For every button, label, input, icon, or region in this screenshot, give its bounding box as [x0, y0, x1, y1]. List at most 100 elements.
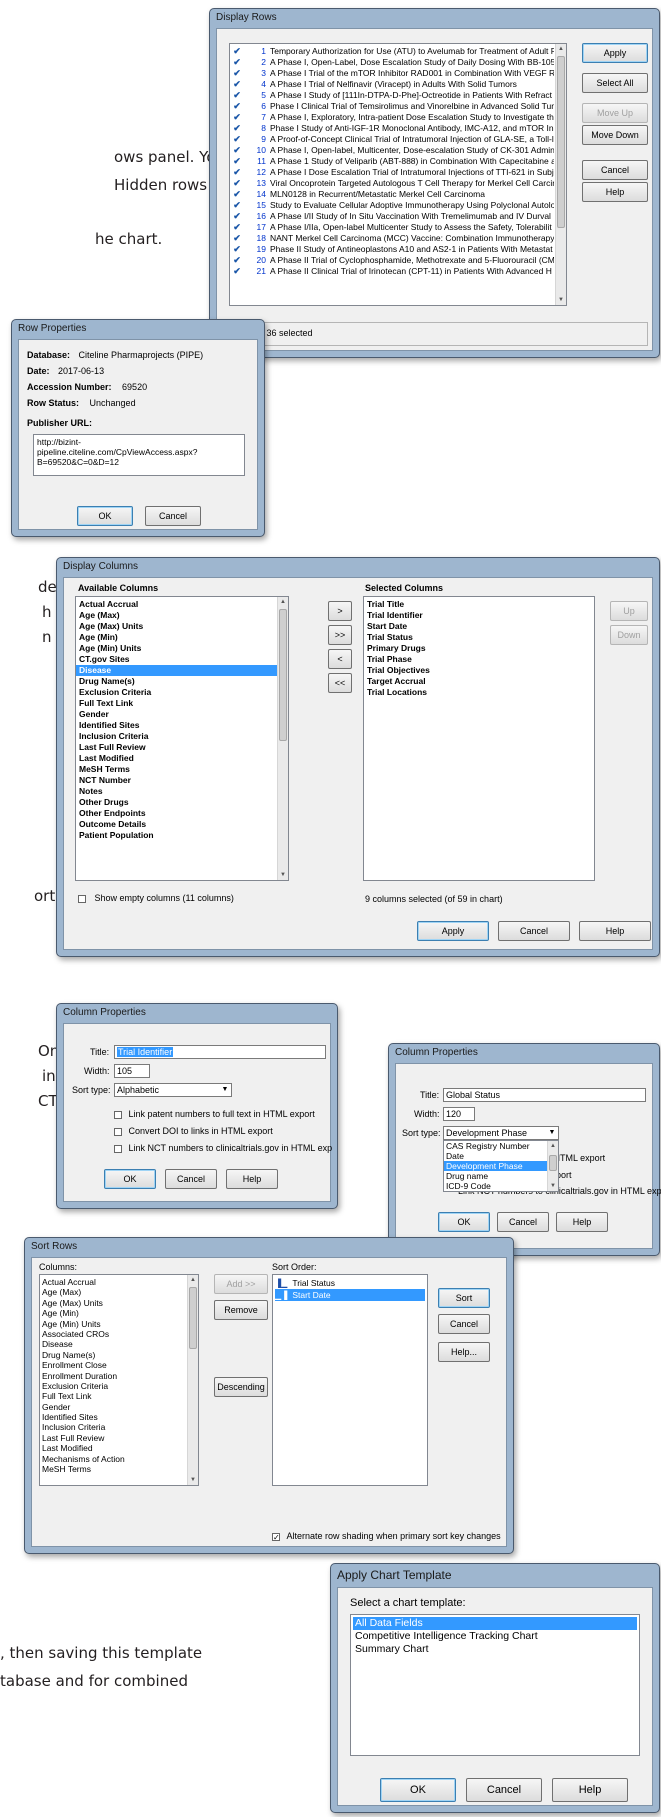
- list-item[interactable]: Start Date: [364, 621, 594, 632]
- scroll-thumb[interactable]: [557, 56, 565, 228]
- add-button[interactable]: Add >>: [214, 1274, 268, 1294]
- help-button[interactable]: Help: [552, 1778, 628, 1802]
- row-checkbox[interactable]: ✔: [232, 211, 242, 222]
- row-checkbox[interactable]: ✔: [232, 145, 242, 156]
- show-empty-checkbox[interactable]: [78, 894, 86, 903]
- list-item[interactable]: Gender: [42, 1402, 187, 1412]
- list-item[interactable]: Trial Status: [364, 632, 594, 643]
- row-checkbox[interactable]: ✔: [232, 79, 242, 90]
- list-item[interactable]: Actual Accrual: [42, 1277, 187, 1287]
- list-item[interactable]: ✔ 18 NANT Merkel Cell Carcinoma (MCC) Vacc…: [232, 233, 554, 244]
- list-item[interactable]: ✔ 19 Phase II Study of Antineoplastons A10…: [232, 244, 554, 255]
- list-item[interactable]: Enrollment Duration: [42, 1371, 187, 1381]
- row-checkbox[interactable]: ✔: [232, 233, 242, 244]
- sort-columns-list[interactable]: Actual Accrual Age (Max) Age (Max) Units Ag…: [39, 1274, 199, 1486]
- list-item[interactable]: ✔ 9 A Proof-of-Concept Clinical Trial of I…: [232, 134, 554, 145]
- row-checkbox[interactable]: ✔: [232, 200, 242, 211]
- remove-all-columns-button[interactable]: <<: [328, 673, 352, 693]
- ok-button[interactable]: OK: [438, 1212, 490, 1232]
- cancel-button[interactable]: Cancel: [145, 506, 201, 526]
- row-checkbox[interactable]: ✔: [232, 244, 242, 255]
- list-item[interactable]: Mechanisms of Action: [42, 1454, 187, 1464]
- list-item[interactable]: MeSH Terms: [42, 1464, 187, 1474]
- list-item[interactable]: Competitive Intelligence Tracking Chart: [353, 1630, 637, 1643]
- dropdown-option[interactable]: Development Phase: [444, 1161, 547, 1171]
- dropdown-option[interactable]: ICD-9 Code: [444, 1181, 547, 1191]
- publisher-url-field[interactable]: http://bizint- pipeline.citeline.com/CpV…: [33, 434, 245, 476]
- cancel-button[interactable]: Cancel: [466, 1778, 542, 1802]
- list-item[interactable]: ✔ 15 Study to Evaluate Cellular Adoptive I…: [232, 200, 554, 211]
- list-item[interactable]: All Data Fields: [353, 1617, 637, 1630]
- cancel-button[interactable]: Cancel: [165, 1169, 217, 1189]
- list-item[interactable]: CT.gov Sites: [76, 654, 277, 665]
- list-item[interactable]: Other Drugs: [76, 797, 277, 808]
- list-item[interactable]: ✔ 13 Viral Oncoprotein Targeted Autologous…: [232, 178, 554, 189]
- list-item[interactable]: Disease: [42, 1339, 187, 1349]
- cancel-button[interactable]: Cancel: [438, 1314, 490, 1334]
- cancel-button[interactable]: Cancel: [582, 160, 648, 180]
- list-item[interactable]: Age (Max) Units: [76, 621, 277, 632]
- sort-button[interactable]: Sort: [438, 1288, 490, 1308]
- scroll-down-arrow[interactable]: ▼: [278, 870, 288, 880]
- selected-columns-list[interactable]: Trial Title Trial Identifier Start Date Tri…: [363, 596, 595, 881]
- list-item[interactable]: Age (Min): [76, 632, 277, 643]
- list-item[interactable]: Identified Sites: [76, 720, 277, 731]
- list-item[interactable]: Primary Drugs: [364, 643, 594, 654]
- list-item[interactable]: ✔ 8 Phase I Study of Anti-IGF-1R Monoclona…: [232, 123, 554, 134]
- list-item[interactable]: Age (Max) Units: [42, 1298, 187, 1308]
- help-button[interactable]: Help: [582, 182, 648, 202]
- list-item[interactable]: Identified Sites: [42, 1412, 187, 1422]
- list-item[interactable]: ✔ 7 A Phase I, Exploratory, Intra-patient …: [232, 112, 554, 123]
- scroll-down-arrow[interactable]: ▼: [556, 295, 566, 305]
- move-down-button[interactable]: Move Down: [582, 125, 648, 145]
- descending-button[interactable]: Descending: [214, 1377, 268, 1397]
- row-checkbox[interactable]: ✔: [232, 266, 242, 277]
- list-item[interactable]: Enrollment Close: [42, 1360, 187, 1370]
- row-checkbox[interactable]: ✔: [232, 178, 242, 189]
- list-item[interactable]: Disease: [76, 665, 277, 676]
- row-checkbox[interactable]: ✔: [232, 101, 242, 112]
- list-item[interactable]: Trial Identifier: [364, 610, 594, 621]
- list-item[interactable]: Full Text Link: [42, 1391, 187, 1401]
- scroll-thumb[interactable]: [279, 609, 287, 741]
- dropdown-option[interactable]: CAS Registry Number: [444, 1141, 547, 1151]
- list-item[interactable]: ✔ 21 A Phase II Clinical Trial of Irinotec…: [232, 266, 554, 277]
- row-checkbox[interactable]: ✔: [232, 167, 242, 178]
- list-item[interactable]: Patient Population: [76, 830, 277, 841]
- list-item[interactable]: Age (Min) Units: [76, 643, 277, 654]
- row-checkbox[interactable]: ✔: [232, 57, 242, 68]
- row-checkbox[interactable]: ✔: [232, 68, 242, 79]
- list-item[interactable]: ✔ 14 MLN0128 in Recurrent/Metastatic Merke…: [232, 189, 554, 200]
- row-checkbox[interactable]: ✔: [232, 112, 242, 123]
- list-item[interactable]: ✔ 11 A Phase 1 Study of Veliparib (ABT-888…: [232, 156, 554, 167]
- scroll-down-arrow[interactable]: ▼: [548, 1181, 558, 1191]
- list-item[interactable]: Age (Min) Units: [42, 1319, 187, 1329]
- list-item[interactable]: Exclusion Criteria: [42, 1381, 187, 1391]
- link-patents-checkbox[interactable]: [114, 1110, 122, 1119]
- list-item[interactable]: Full Text Link: [76, 698, 277, 709]
- dropdown-option[interactable]: Drug name: [444, 1171, 547, 1181]
- available-columns-list[interactable]: Actual Accrual Age (Max) Age (Max) Units Ag…: [75, 596, 289, 881]
- list-item[interactable]: ✔ 12 A Phase I Dose Escalation Trial of In…: [232, 167, 554, 178]
- row-checkbox[interactable]: ✔: [232, 123, 242, 134]
- list-item[interactable]: Target Accrual: [364, 676, 594, 687]
- list-item[interactable]: Last Modified: [42, 1443, 187, 1453]
- list-item[interactable]: Notes: [76, 786, 277, 797]
- list-item[interactable]: ✔ 6 Phase I Clinical Trial of Temsirolimus…: [232, 101, 554, 112]
- dropdown-option[interactable]: Date: [444, 1151, 547, 1161]
- list-item[interactable]: ✔ 3 A Phase I Trial of the mTOR Inhibitor …: [232, 68, 554, 79]
- title-input[interactable]: Global Status: [443, 1088, 646, 1102]
- help-button[interactable]: Help: [226, 1169, 278, 1189]
- ok-button[interactable]: OK: [380, 1778, 456, 1802]
- title-input[interactable]: Trial Identifier: [114, 1045, 326, 1059]
- scroll-thumb[interactable]: [549, 1155, 557, 1171]
- sort-type-select[interactable]: Development Phase ▼: [443, 1126, 559, 1140]
- list-item[interactable]: MeSH Terms: [76, 764, 277, 775]
- alternate-shading-checkbox[interactable]: ✓: [272, 1532, 280, 1541]
- help-button[interactable]: Help: [579, 921, 651, 941]
- width-input[interactable]: 105: [114, 1064, 150, 1078]
- sort-order-list[interactable]: ▐▁ Trial Status ▁▐ Start Date: [272, 1274, 428, 1486]
- convert-doi-checkbox[interactable]: [114, 1127, 122, 1136]
- list-item[interactable]: Gender: [76, 709, 277, 720]
- scroll-up-arrow[interactable]: ▲: [188, 1275, 198, 1285]
